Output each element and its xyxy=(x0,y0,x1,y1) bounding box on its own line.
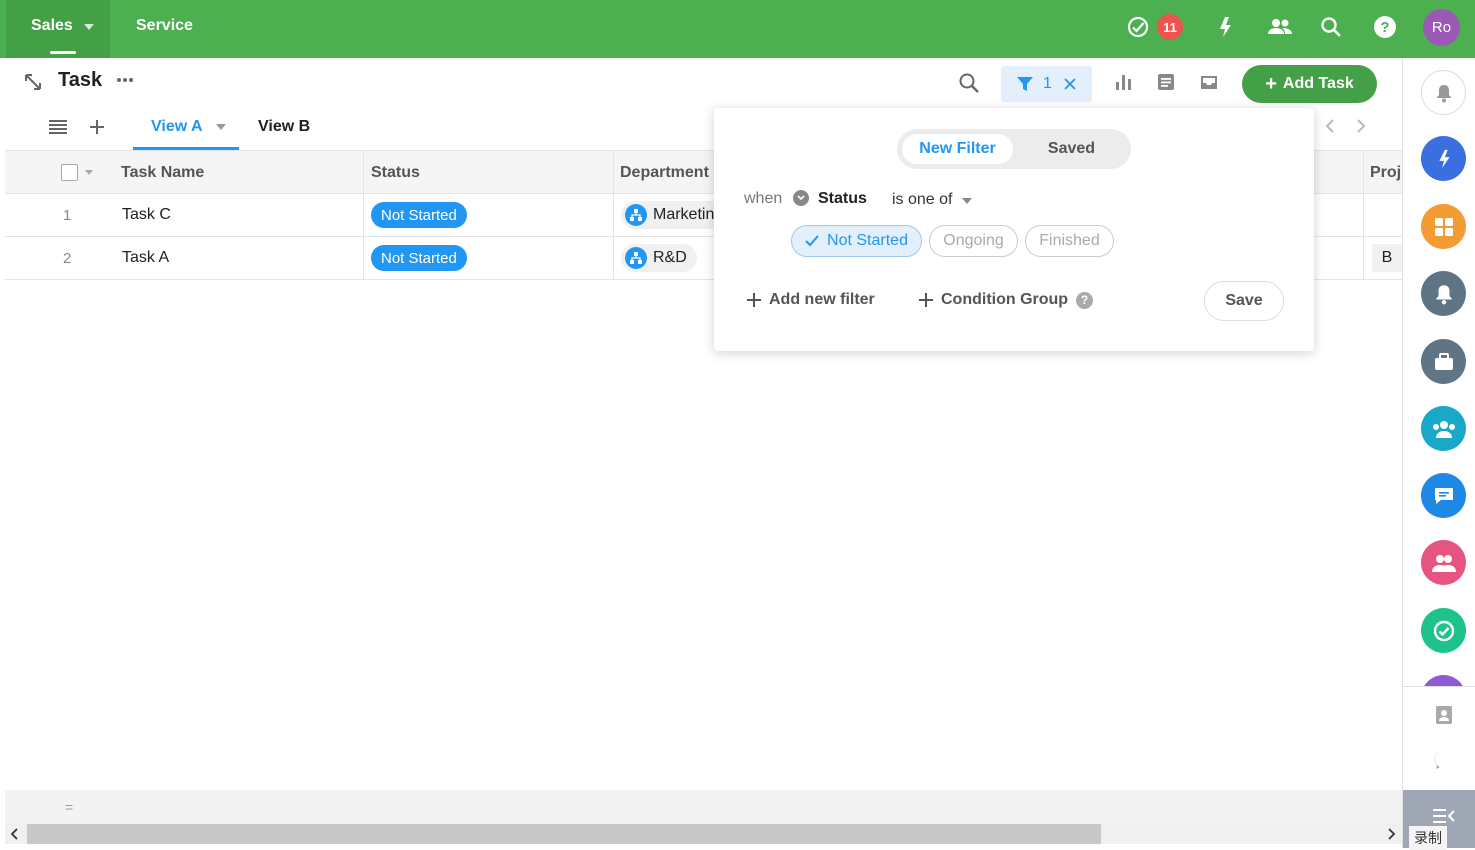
nav-service-tab[interactable]: Service xyxy=(136,17,193,35)
bell-icon[interactable] xyxy=(1421,70,1466,115)
right-sidebar xyxy=(1402,58,1475,848)
add-new-filter-label: Add new filter xyxy=(769,291,875,308)
more-icon[interactable] xyxy=(114,72,136,88)
task-name-cell[interactable]: Task A xyxy=(122,249,169,267)
department-label: Marketing xyxy=(653,206,724,223)
footer-equals: = xyxy=(65,799,74,815)
svg-text:?: ? xyxy=(1380,19,1389,36)
add-task-label: Add Task xyxy=(1282,75,1354,92)
record-button[interactable]: 录制 xyxy=(1409,826,1447,850)
scroll-right-icon[interactable] xyxy=(1384,826,1398,842)
bell-icon[interactable] xyxy=(1421,271,1466,316)
tab-new-filter[interactable]: New Filter xyxy=(902,134,1013,164)
tab-view-a[interactable]: View A xyxy=(151,118,203,136)
inbox-icon[interactable] xyxy=(1197,70,1221,94)
avatar[interactable]: Ro xyxy=(1423,9,1460,46)
message-icon[interactable] xyxy=(1421,473,1466,518)
add-task-button[interactable]: + Add Task xyxy=(1242,65,1377,103)
chevron-down-icon xyxy=(84,24,94,30)
active-indicator xyxy=(50,51,76,54)
column-header-project[interactable]: Proj xyxy=(1370,164,1401,182)
filter-count: 1 xyxy=(1043,75,1052,92)
filter-option-not-started[interactable]: Not Started xyxy=(791,225,922,257)
department-label: R&D xyxy=(653,249,687,266)
task-name-cell[interactable]: Task C xyxy=(122,206,171,224)
tab-view-b[interactable]: View B xyxy=(258,118,310,136)
team-icon[interactable] xyxy=(1421,406,1466,451)
chevron-down-icon[interactable] xyxy=(962,198,972,204)
department-tag[interactable]: R&D xyxy=(621,244,697,272)
add-view-icon[interactable] xyxy=(87,117,107,137)
when-label: when xyxy=(744,190,783,207)
table-footer: = xyxy=(5,790,1402,824)
add-new-filter-button[interactable]: Add new filter xyxy=(747,291,875,309)
row-number: 1 xyxy=(63,207,72,224)
select-all-checkbox[interactable] xyxy=(61,164,78,181)
column-header-department[interactable]: Department xyxy=(620,164,709,182)
filter-field[interactable]: Status xyxy=(818,190,867,208)
check-circle-icon[interactable] xyxy=(1124,13,1152,41)
add-chat-icon[interactable] xyxy=(1432,747,1456,771)
divider xyxy=(1403,686,1475,687)
collapse-menu-icon[interactable] xyxy=(1432,806,1456,826)
notification-count-badge[interactable]: 11 xyxy=(1157,14,1183,40)
column-header-task-name[interactable]: Task Name xyxy=(121,164,204,182)
scrollbar-thumb[interactable] xyxy=(27,824,1101,844)
filter-operator[interactable]: is one of xyxy=(892,191,952,209)
chart-icon[interactable] xyxy=(1112,70,1136,94)
option-label: Finished xyxy=(1039,232,1100,249)
clear-filter-icon[interactable] xyxy=(1061,75,1079,93)
filter-option-ongoing[interactable]: Ongoing xyxy=(929,225,1018,257)
top-nav-bar: Sales Service 11 ? Ro xyxy=(0,0,1475,58)
filter-popup: New Filter Saved when Status is one of N… xyxy=(714,108,1314,351)
filter-icon xyxy=(1014,74,1036,94)
document-icon[interactable] xyxy=(1154,70,1178,94)
column-header-status[interactable]: Status xyxy=(371,164,420,182)
horizontal-scrollbar[interactable] xyxy=(5,824,1402,844)
org-chart-icon xyxy=(625,204,647,226)
nav-sales-label: Sales xyxy=(31,17,73,34)
group-icon[interactable] xyxy=(1421,540,1466,585)
search-icon[interactable] xyxy=(956,70,982,96)
row-number: 2 xyxy=(63,250,72,267)
option-label: Not Started xyxy=(827,232,908,249)
people-icon[interactable] xyxy=(1266,13,1294,41)
remove-condition-icon[interactable] xyxy=(793,190,809,206)
option-label: Ongoing xyxy=(943,232,1004,249)
filter-option-finished[interactable]: Finished xyxy=(1025,225,1114,257)
briefcase-icon[interactable] xyxy=(1421,339,1466,384)
status-badge[interactable]: Not Started xyxy=(371,202,467,228)
scroll-left-icon[interactable] xyxy=(8,826,22,842)
org-chart-icon xyxy=(625,247,647,269)
project-tag[interactable]: B xyxy=(1372,244,1402,272)
check-circle-icon[interactable] xyxy=(1421,608,1466,653)
chevron-left-icon[interactable] xyxy=(1321,117,1339,135)
contact-card-icon[interactable] xyxy=(1432,703,1456,727)
status-badge[interactable]: Not Started xyxy=(371,245,467,271)
spark-icon[interactable] xyxy=(1421,136,1466,181)
chevron-right-icon[interactable] xyxy=(1352,117,1370,135)
chevron-down-icon[interactable] xyxy=(216,124,226,130)
collapse-arrows-icon[interactable] xyxy=(22,71,44,93)
search-icon[interactable] xyxy=(1317,13,1345,41)
help-icon[interactable]: ? xyxy=(1371,13,1399,41)
chevron-down-icon[interactable] xyxy=(85,170,93,175)
tab-saved-filters[interactable]: Saved xyxy=(1019,134,1124,164)
condition-group-button[interactable]: Condition Group ? xyxy=(919,291,1094,309)
save-filter-button[interactable]: Save xyxy=(1204,281,1284,321)
plus-icon: + xyxy=(1265,73,1277,95)
plus-icon xyxy=(919,293,933,307)
apps-grid-icon[interactable] xyxy=(1421,204,1466,249)
condition-group-label: Condition Group xyxy=(941,291,1069,308)
nav-sales-tab[interactable]: Sales xyxy=(6,0,110,58)
menu-icon[interactable] xyxy=(47,117,69,137)
plus-icon xyxy=(747,293,761,307)
checkmark-icon xyxy=(805,235,819,247)
filter-mode-switch: New Filter Saved xyxy=(897,129,1131,169)
help-icon[interactable]: ? xyxy=(1076,291,1094,309)
spark-icon[interactable] xyxy=(1211,13,1239,41)
page-title: Task xyxy=(58,69,103,91)
